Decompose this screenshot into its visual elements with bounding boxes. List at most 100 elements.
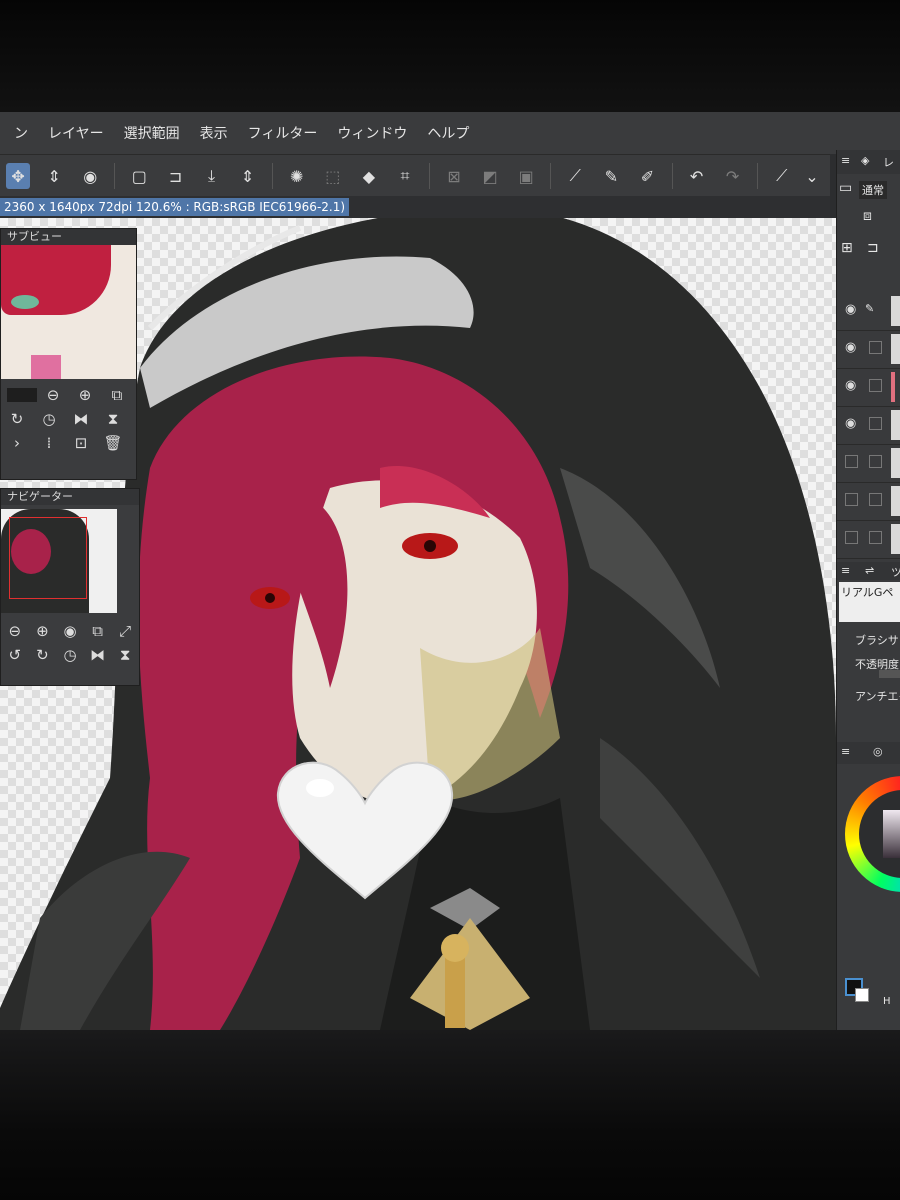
eye-icon[interactable]: ◉ xyxy=(845,378,856,393)
transform-icon[interactable]: ⬚ xyxy=(321,163,345,189)
color-square[interactable] xyxy=(883,810,900,858)
mask-icon[interactable]: ▭ xyxy=(839,180,852,196)
menu-icon[interactable]: ≡ xyxy=(841,564,850,577)
subview-title: サブビュー xyxy=(1,229,136,245)
menu-item-selection[interactable]: 選択範囲 xyxy=(124,123,180,143)
flip-v-icon[interactable]: ⧗ xyxy=(102,410,124,428)
zoom-out-icon[interactable]: ⊖ xyxy=(42,386,64,404)
navigator-preview[interactable] xyxy=(1,509,117,613)
layer-tools-row-2: ⊞ ⊐ xyxy=(837,234,900,264)
layer-thumb xyxy=(891,448,900,478)
new-file-icon[interactable]: ▢ xyxy=(127,163,151,189)
draw-line-icon[interactable]: ⟋ xyxy=(563,163,587,189)
updown-icon[interactable]: ⇕ xyxy=(42,163,66,189)
hsv-toggle[interactable]: H xyxy=(883,996,891,1007)
menu-icon[interactable]: ≡ xyxy=(841,154,850,167)
trash-icon[interactable]: 🗑 xyxy=(102,434,124,452)
grid-icon[interactable]: ⁞ xyxy=(38,434,60,452)
menu-icon[interactable]: ≡ xyxy=(841,745,850,758)
lock-icon[interactable]: ⧈ xyxy=(863,208,872,224)
layer-checkbox[interactable] xyxy=(845,493,858,506)
select-all-icon[interactable]: ▣ xyxy=(514,163,538,189)
crop-icon[interactable]: ⌗ xyxy=(393,163,417,189)
menu-item-window[interactable]: ウィンドウ xyxy=(337,123,407,143)
brush-preview[interactable]: リアルGペ xyxy=(839,582,900,622)
layer-thumb xyxy=(891,524,900,554)
undo-icon[interactable]: ↶ xyxy=(684,163,708,189)
import-icon[interactable]: ⊡ xyxy=(70,434,92,452)
layer-panel-title: レ xyxy=(883,156,894,169)
menu-item-help[interactable]: ヘルプ xyxy=(427,123,469,143)
zoom-field[interactable] xyxy=(7,388,37,402)
brush-icon[interactable]: ✎ xyxy=(599,163,623,189)
new-layer-icon[interactable]: ⊞ xyxy=(841,240,853,256)
eye-icon[interactable]: ◉ xyxy=(845,416,856,431)
layer-row[interactable] xyxy=(837,482,900,521)
rotate-icon[interactable]: ↻ xyxy=(6,410,28,428)
navigator-view-rect[interactable] xyxy=(9,517,87,599)
fill-icon[interactable]: ◆ xyxy=(357,163,381,189)
app-icon[interactable]: ◉ xyxy=(78,163,102,189)
zoom-out-icon[interactable]: ⊖ xyxy=(6,622,24,640)
menu-item-view[interactable]: 表示 xyxy=(200,123,228,143)
drawing-canvas[interactable]: サブビュー ⊖ ⊕ ⧉ ↻ ◷ ⧓ ⧗ › ⁞ ⊡ � xyxy=(0,218,836,1030)
blend-mode-select[interactable]: 通常 xyxy=(859,181,887,199)
zoom-in-icon[interactable]: ⊕ xyxy=(34,622,52,640)
menu-item-partial[interactable]: ン xyxy=(14,123,28,143)
reset-rotate-icon[interactable]: ◷ xyxy=(38,410,60,428)
sub-color-swatch[interactable] xyxy=(855,988,869,1002)
blend-mode-row: ▭ 通常 xyxy=(837,178,900,200)
layer-checkbox[interactable] xyxy=(845,455,858,468)
open-folder-icon[interactable]: ⊐ xyxy=(163,163,187,189)
document-info-bar: 2360 x 1640px 72dpi 120.6% : RGB:sRGB IE… xyxy=(0,196,830,218)
opacity-slider[interactable] xyxy=(879,670,900,678)
eye-icon[interactable]: ◉ xyxy=(845,302,856,317)
flip-h-icon[interactable]: ⧓ xyxy=(89,646,107,664)
eyedropper-icon[interactable]: ⟋ xyxy=(770,163,794,189)
toolbar-divider xyxy=(429,163,430,189)
layer-row[interactable]: ◉ xyxy=(837,406,900,445)
layer-checkbox[interactable] xyxy=(869,455,882,468)
layer-checkbox[interactable] xyxy=(869,417,882,430)
move-icon[interactable]: ✥ xyxy=(6,163,31,189)
reset-rotate-icon[interactable]: ◷ xyxy=(61,646,79,664)
redo-icon[interactable]: ↷ xyxy=(721,163,745,189)
chevron-right-icon[interactable]: › xyxy=(6,434,28,452)
layer-checkbox[interactable] xyxy=(869,493,882,506)
actual-size-icon[interactable]: ◉ xyxy=(61,622,79,640)
chevron-down-icon[interactable]: ⌄ xyxy=(800,163,824,189)
layer-row[interactable] xyxy=(837,520,900,559)
layer-row[interactable]: ◉ xyxy=(837,368,900,407)
tool-property-header: ≡ ⇌ ツ xyxy=(837,562,900,580)
flip-v-icon[interactable]: ⧗ xyxy=(116,646,134,664)
spinner-icon[interactable]: ✺ xyxy=(285,163,309,189)
layer-checkbox[interactable] xyxy=(845,531,858,544)
layer-checkbox[interactable] xyxy=(869,531,882,544)
layer-checkbox[interactable] xyxy=(869,341,882,354)
menu-item-filter[interactable]: フィルター xyxy=(248,123,318,143)
zoom-in-icon[interactable]: ⊕ xyxy=(74,386,96,404)
layer-thumb xyxy=(891,334,900,364)
fullscreen-icon[interactable]: ⤢ xyxy=(116,622,134,640)
navigator-rotate-row: ↺ ↻ ◷ ⧓ ⧗ xyxy=(1,643,139,667)
gradient-icon[interactable]: ◩ xyxy=(478,163,502,189)
layer-row[interactable]: ◉ ✎ xyxy=(837,292,900,331)
new-folder-icon[interactable]: ⊐ xyxy=(867,240,879,256)
flip-h-icon[interactable]: ⧓ xyxy=(70,410,92,428)
fit-icon[interactable]: ⧉ xyxy=(106,386,128,404)
eye-icon[interactable]: ◉ xyxy=(845,340,856,355)
save-icon[interactable]: ⤓ xyxy=(199,163,223,189)
color-wheel[interactable] xyxy=(845,776,900,892)
layer-row[interactable] xyxy=(837,444,900,483)
layer-row[interactable]: ◉ xyxy=(837,330,900,369)
rotate-ccw-icon[interactable]: ↺ xyxy=(6,646,24,664)
layer-checkbox[interactable] xyxy=(869,379,882,392)
pen-icon[interactable]: ✐ xyxy=(635,163,659,189)
right-dock: ≡ ◈ レ ▭ 通常 ⧈ ⊞ ⊐ ◉ ✎ ◉ ◉ ◉ ≡ ⇌ ツ リアルGペ ブ… xyxy=(836,150,900,1030)
fit-icon[interactable]: ⧉ xyxy=(89,622,107,640)
clear-selection-icon[interactable]: ⊠ xyxy=(442,163,466,189)
menu-item-layer[interactable]: レイヤー xyxy=(48,123,104,143)
clip-studio-window: ン レイヤー 選択範囲 表示 フィルター ウィンドウ ヘルプ ✥ ⇕ ◉ ▢ ⊐… xyxy=(0,112,900,1030)
rotate-icon[interactable]: ↻ xyxy=(34,646,52,664)
updown-icon[interactable]: ⇕ xyxy=(236,163,260,189)
